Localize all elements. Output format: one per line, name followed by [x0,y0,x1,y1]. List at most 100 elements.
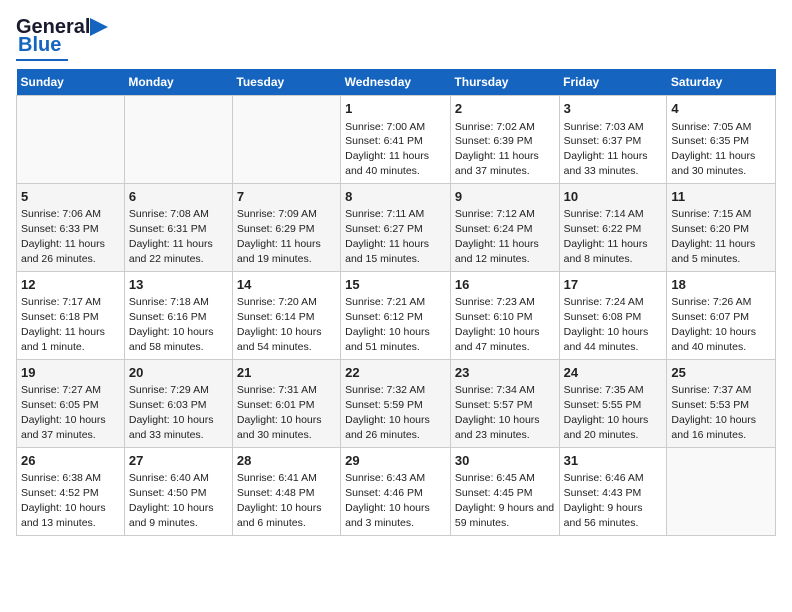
day-number: 11 [671,188,771,206]
day-number: 21 [237,364,336,382]
day-number: 6 [129,188,228,206]
calendar-table: SundayMondayTuesdayWednesdayThursdayFrid… [16,69,776,536]
calendar-cell: 5 Sunrise: 7:06 AM Sunset: 6:33 PM Daylig… [17,183,125,271]
calendar-cell: 4Sunrise: 7:05 AM Sunset: 6:35 PM Daylig… [667,96,776,184]
day-info: Sunrise: 7:21 AM Sunset: 6:12 PM Dayligh… [345,296,430,353]
calendar-cell: 15 Sunrise: 7:21 AM Sunset: 6:12 PM Dayli… [341,271,451,359]
calendar-cell: 31Sunrise: 6:46 AM Sunset: 4:43 PM Dayli… [559,447,667,535]
day-number: 2 [455,100,555,118]
day-info: Sunrise: 7:17 AM Sunset: 6:18 PM Dayligh… [21,296,105,353]
day-header-thursday: Thursday [450,69,559,96]
day-number: 25 [671,364,771,382]
day-number: 24 [564,364,663,382]
week-row-1: 1 Sunrise: 7:00 AM Sunset: 6:41 PM Daylig… [17,96,776,184]
day-number: 28 [237,452,336,470]
day-info: Sunrise: 7:14 AM Sunset: 6:22 PM Dayligh… [564,208,648,265]
calendar-cell: 29 Sunrise: 6:43 AM Sunset: 4:46 PM Dayli… [341,447,451,535]
day-number: 1 [345,100,446,118]
calendar-cell: 2 Sunrise: 7:02 AM Sunset: 6:39 PM Daylig… [450,96,559,184]
calendar-cell: 23 Sunrise: 7:34 AM Sunset: 5:57 PM Dayli… [450,359,559,447]
day-number: 12 [21,276,120,294]
day-number: 18 [671,276,771,294]
day-number: 26 [21,452,120,470]
day-info: Sunrise: 7:02 AM Sunset: 6:39 PM Dayligh… [455,121,539,178]
week-row-3: 12 Sunrise: 7:17 AM Sunset: 6:18 PM Dayli… [17,271,776,359]
calendar-cell: 8Sunrise: 7:11 AM Sunset: 6:27 PM Daylig… [341,183,451,271]
logo-arrow-icon [90,16,108,38]
day-number: 13 [129,276,228,294]
day-info: Sunrise: 6:40 AM Sunset: 4:50 PM Dayligh… [129,472,214,529]
day-info: Sunrise: 7:00 AM Sunset: 6:41 PM Dayligh… [345,121,429,178]
day-info: Sunrise: 7:34 AM Sunset: 5:57 PM Dayligh… [455,384,540,441]
day-info: Sunrise: 6:46 AM Sunset: 4:43 PM Dayligh… [564,472,644,529]
day-info: Sunrise: 7:03 AM Sunset: 6:37 PM Dayligh… [564,121,648,178]
day-number: 16 [455,276,555,294]
day-info: Sunrise: 7:12 AM Sunset: 6:24 PM Dayligh… [455,208,539,265]
day-info: Sunrise: 7:11 AM Sunset: 6:27 PM Dayligh… [345,208,429,265]
calendar-cell: 26 Sunrise: 6:38 AM Sunset: 4:52 PM Dayli… [17,447,125,535]
calendar-cell: 14 Sunrise: 7:20 AM Sunset: 6:14 PM Dayli… [232,271,340,359]
week-row-5: 26 Sunrise: 6:38 AM Sunset: 4:52 PM Dayli… [17,447,776,535]
day-info: Sunrise: 6:41 AM Sunset: 4:48 PM Dayligh… [237,472,322,529]
week-row-2: 5 Sunrise: 7:06 AM Sunset: 6:33 PM Daylig… [17,183,776,271]
logo: General Blue [16,16,108,61]
day-number: 20 [129,364,228,382]
calendar-cell: 17Sunrise: 7:24 AM Sunset: 6:08 PM Dayli… [559,271,667,359]
calendar-cell: 11 Sunrise: 7:15 AM Sunset: 6:20 PM Dayli… [667,183,776,271]
calendar-cell: 10 Sunrise: 7:14 AM Sunset: 6:22 PM Dayli… [559,183,667,271]
day-number: 14 [237,276,336,294]
week-row-4: 19 Sunrise: 7:27 AM Sunset: 6:05 PM Dayli… [17,359,776,447]
day-info: Sunrise: 7:09 AM Sunset: 6:29 PM Dayligh… [237,208,321,265]
day-number: 5 [21,188,120,206]
calendar-cell [232,96,340,184]
day-header-saturday: Saturday [667,69,776,96]
day-info: Sunrise: 7:15 AM Sunset: 6:20 PM Dayligh… [671,208,755,265]
day-info: Sunrise: 6:38 AM Sunset: 4:52 PM Dayligh… [21,472,106,529]
day-number: 22 [345,364,446,382]
calendar-cell: 18 Sunrise: 7:26 AM Sunset: 6:07 PM Dayli… [667,271,776,359]
calendar-cell: 13 Sunrise: 7:18 AM Sunset: 6:16 PM Dayli… [124,271,232,359]
day-info: Sunrise: 7:26 AM Sunset: 6:07 PM Dayligh… [671,296,756,353]
calendar-cell: 16 Sunrise: 7:23 AM Sunset: 6:10 PM Dayli… [450,271,559,359]
day-info: Sunrise: 7:08 AM Sunset: 6:31 PM Dayligh… [129,208,213,265]
calendar-cell: 27 Sunrise: 6:40 AM Sunset: 4:50 PM Dayli… [124,447,232,535]
day-info: Sunrise: 7:23 AM Sunset: 6:10 PM Dayligh… [455,296,540,353]
day-number: 7 [237,188,336,206]
calendar-cell: 19 Sunrise: 7:27 AM Sunset: 6:05 PM Dayli… [17,359,125,447]
calendar-cell: 24 Sunrise: 7:35 AM Sunset: 5:55 PM Dayli… [559,359,667,447]
day-info: Sunrise: 7:18 AM Sunset: 6:16 PM Dayligh… [129,296,214,353]
calendar-cell: 7 Sunrise: 7:09 AM Sunset: 6:29 PM Daylig… [232,183,340,271]
day-number: 3 [564,100,663,118]
calendar-cell: 1 Sunrise: 7:00 AM Sunset: 6:41 PM Daylig… [341,96,451,184]
day-number: 29 [345,452,446,470]
calendar-cell: 25 Sunrise: 7:37 AM Sunset: 5:53 PM Dayli… [667,359,776,447]
day-number: 15 [345,276,446,294]
day-info: Sunrise: 6:43 AM Sunset: 4:46 PM Dayligh… [345,472,430,529]
day-header-tuesday: Tuesday [232,69,340,96]
day-number: 10 [564,188,663,206]
calendar-cell: 21Sunrise: 7:31 AM Sunset: 6:01 PM Dayli… [232,359,340,447]
day-header-friday: Friday [559,69,667,96]
day-info: Sunrise: 7:37 AM Sunset: 5:53 PM Dayligh… [671,384,756,441]
calendar-cell: 28 Sunrise: 6:41 AM Sunset: 4:48 PM Dayli… [232,447,340,535]
day-info: Sunrise: 7:35 AM Sunset: 5:55 PM Dayligh… [564,384,649,441]
calendar-cell: 9 Sunrise: 7:12 AM Sunset: 6:24 PM Daylig… [450,183,559,271]
calendar-cell: 20 Sunrise: 7:29 AM Sunset: 6:03 PM Dayli… [124,359,232,447]
calendar-cell: 12 Sunrise: 7:17 AM Sunset: 6:18 PM Dayli… [17,271,125,359]
day-number: 23 [455,364,555,382]
day-info: Sunrise: 7:27 AM Sunset: 6:05 PM Dayligh… [21,384,106,441]
day-info: Sunrise: 7:24 AM Sunset: 6:08 PM Dayligh… [564,296,649,353]
day-number: 9 [455,188,555,206]
calendar-cell [667,447,776,535]
day-info: Sunrise: 7:20 AM Sunset: 6:14 PM Dayligh… [237,296,322,353]
day-number: 27 [129,452,228,470]
calendar-cell [124,96,232,184]
day-number: 19 [21,364,120,382]
day-number: 4 [671,100,771,118]
day-info: Sunrise: 6:45 AM Sunset: 4:45 PM Dayligh… [455,472,554,529]
day-info: Sunrise: 7:06 AM Sunset: 6:33 PM Dayligh… [21,208,105,265]
days-header-row: SundayMondayTuesdayWednesdayThursdayFrid… [17,69,776,96]
day-info: Sunrise: 7:29 AM Sunset: 6:03 PM Dayligh… [129,384,214,441]
calendar-cell: 30Sunrise: 6:45 AM Sunset: 4:45 PM Dayli… [450,447,559,535]
calendar-cell: 6 Sunrise: 7:08 AM Sunset: 6:31 PM Daylig… [124,183,232,271]
